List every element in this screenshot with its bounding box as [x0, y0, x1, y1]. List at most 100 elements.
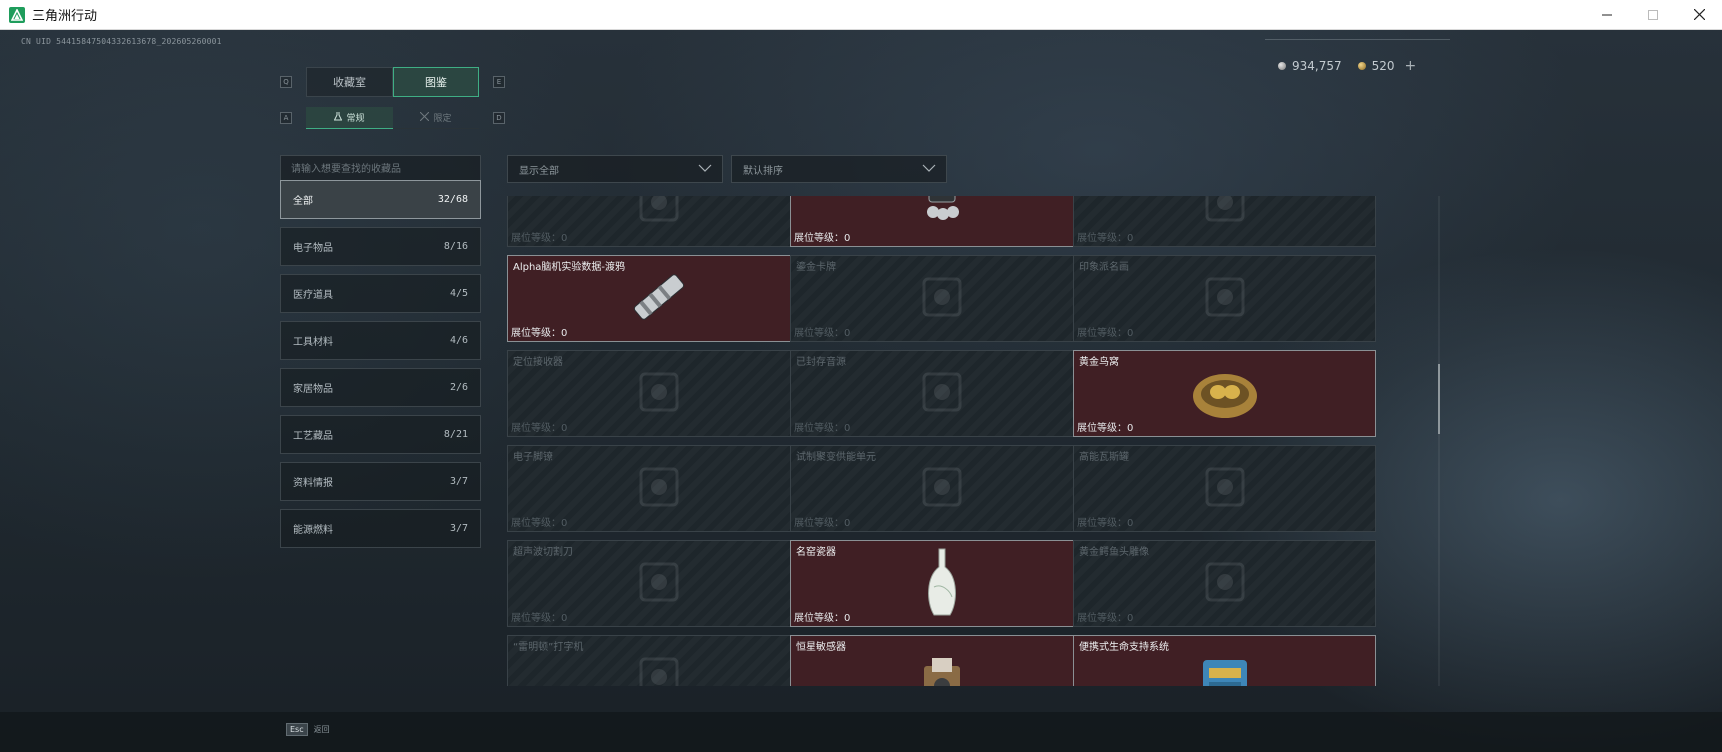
category-label: 家居物品	[293, 384, 333, 395]
chevron-down-icon	[922, 164, 936, 176]
ankle-monitor-icon	[631, 459, 687, 519]
life-support-icon	[1195, 652, 1255, 686]
card-name: “雷明顿”打字机	[513, 642, 584, 653]
category-item[interactable]: 家居物品 2/6	[280, 368, 481, 407]
collection-card[interactable]: 高能瓦斯罐展位等级：0	[1073, 445, 1376, 532]
card-name: 印象派名画	[1079, 262, 1129, 273]
card-level: 展位等级：0	[511, 233, 568, 244]
category-count: 8/16	[443, 241, 468, 252]
collection-card[interactable]: 试制聚变供能单元 展位等级：0	[790, 445, 1093, 532]
subtab-regular-label: 常规	[346, 114, 365, 124]
collection-card[interactable]: 黄金鳄鱼头雕像 展位等级：0	[1073, 540, 1376, 627]
collection-card[interactable]: “雷明顿”打字机展位等级：0	[507, 635, 810, 686]
card-level: 展位等级：0	[794, 518, 851, 529]
cutter-icon	[631, 554, 687, 614]
chevron-down-icon	[698, 164, 712, 176]
card-level: 展位等级：0	[794, 613, 851, 624]
card-level: 展位等级：0	[511, 518, 568, 529]
gold-amount: 520	[1371, 59, 1395, 73]
card-name: 试制聚变供能单元	[796, 452, 876, 463]
subtab-limited[interactable]: 限定	[393, 107, 479, 129]
category-item[interactable]: 电子物品 8/16	[280, 227, 481, 266]
category-item[interactable]: 全部 32/68	[280, 180, 481, 219]
tab-codex[interactable]: 图鉴	[393, 67, 479, 97]
close-icon[interactable]	[1676, 0, 1722, 30]
category-label: 工艺藏品	[293, 431, 333, 442]
collection-card[interactable]: 便携式生命支持系统展位等级：0	[1073, 635, 1376, 686]
category-count: 3/7	[449, 523, 468, 534]
tab-collection-room[interactable]: 收藏室	[306, 67, 393, 97]
card-level: 展位等级：0	[794, 328, 851, 339]
collection-card[interactable]: 名窑瓷器 展位等级：0	[790, 540, 1093, 627]
card-level: 展位等级：0	[794, 423, 851, 434]
card-name: 电子脚镣	[513, 452, 553, 463]
filter-dropdown[interactable]: 显示全部	[507, 155, 723, 183]
collection-card[interactable]: 定位接收器 展位等级：0	[507, 350, 810, 437]
collection-card[interactable]: 展位等级：0	[1073, 196, 1376, 247]
tab-prev-key[interactable]: Q	[280, 76, 292, 88]
collection-card[interactable]: Alpha脑机实验数据-渡鸦 展位等级：0	[507, 255, 810, 342]
subtab-prev-key[interactable]: A	[280, 112, 292, 124]
category-count: 8/21	[443, 429, 468, 440]
filter-dropdown-value: 显示全部	[519, 165, 559, 177]
category-item[interactable]: 工具材料 4/6	[280, 321, 481, 360]
collection-card[interactable]: 印象派名画展位等级：0	[1073, 255, 1376, 342]
category-count: 4/6	[449, 335, 468, 346]
power-unit-icon	[914, 459, 970, 519]
card-name: 鎏金卡牌	[796, 262, 836, 273]
category-count: 2/6	[449, 382, 468, 393]
category-label: 工具材料	[293, 337, 333, 348]
card-level: 展位等级：0	[1077, 328, 1134, 339]
collection-card[interactable]: 电子脚镣展位等级：0	[507, 445, 810, 532]
category-count: 4/5	[449, 288, 468, 299]
collection-card[interactable]: 展位等级：0	[507, 196, 810, 247]
bottom-bar	[0, 712, 1722, 752]
card-name: 黄金鳄鱼头雕像	[1079, 547, 1149, 558]
collection-card[interactable]: 黄金鸟窝展位等级：0	[1073, 350, 1376, 437]
subtab-limited-label: 限定	[433, 114, 452, 124]
subtab-regular[interactable]: 常规	[306, 107, 393, 129]
sort-dropdown[interactable]: 默认排序	[731, 155, 947, 183]
card-name: 恒星敏感器	[796, 642, 846, 653]
card-name: 高能瓦斯罐	[1079, 452, 1129, 463]
audio-device-icon	[914, 364, 970, 424]
silver-amount: 934,757	[1292, 59, 1342, 73]
card-level: 展位等级：0	[1077, 518, 1134, 529]
card-level: 展位等级：0	[511, 423, 568, 434]
maximize-icon[interactable]	[1630, 0, 1676, 30]
category-item[interactable]: 医疗道具 4/5	[280, 274, 481, 313]
category-item[interactable]: 能源燃料 3/7	[280, 509, 481, 548]
tab-next-key[interactable]: E	[493, 76, 505, 88]
receiver-icon	[631, 364, 687, 424]
add-currency-button[interactable]: +	[1405, 58, 1417, 74]
crossed-swords-icon	[420, 111, 430, 124]
category-label: 电子物品	[293, 243, 333, 254]
card-level: 展位等级：0	[511, 613, 568, 624]
game-viewport: CN UID 544158475043326136​78_20260526000…	[0, 30, 1722, 752]
gear-ring-icon	[631, 196, 687, 234]
collection-card[interactable]: 已封存音源 展位等级：0	[790, 350, 1093, 437]
card-level: 展位等级：0	[511, 328, 568, 339]
minimize-icon[interactable]	[1584, 0, 1630, 30]
back-button[interactable]: Esc 返回	[286, 723, 330, 736]
scrollbar-thumb[interactable]	[1438, 364, 1440, 434]
divider	[1265, 39, 1450, 40]
window-titlebar: 三角洲行动	[0, 0, 1722, 30]
sort-dropdown-value: 默认排序	[743, 165, 783, 177]
app-logo-icon	[9, 6, 25, 23]
card-level: 展位等级：0	[1077, 423, 1134, 434]
collection-card[interactable]: 展位等级：0	[790, 196, 1093, 247]
camera-device-icon	[917, 196, 967, 246]
card-name: 黄金鸟窝	[1079, 357, 1119, 368]
main-tabs: 收藏室 图鉴	[306, 67, 479, 97]
collection-card[interactable]: 超声波切割刀 展位等级：0	[507, 540, 810, 627]
sub-tabs: 常规 限定	[306, 107, 479, 129]
subtab-next-key[interactable]: D	[493, 112, 505, 124]
collection-card[interactable]: 鎏金卡牌展位等级：0	[790, 255, 1093, 342]
category-item[interactable]: 资料情报 3/7	[280, 462, 481, 501]
collection-card[interactable]: 恒星敏感器展位等级：0	[790, 635, 1093, 686]
category-item[interactable]: 工艺藏品 8/21	[280, 415, 481, 454]
search-input[interactable]	[280, 155, 481, 183]
scrollbar-track[interactable]	[1438, 196, 1440, 686]
card-icon	[914, 269, 970, 329]
